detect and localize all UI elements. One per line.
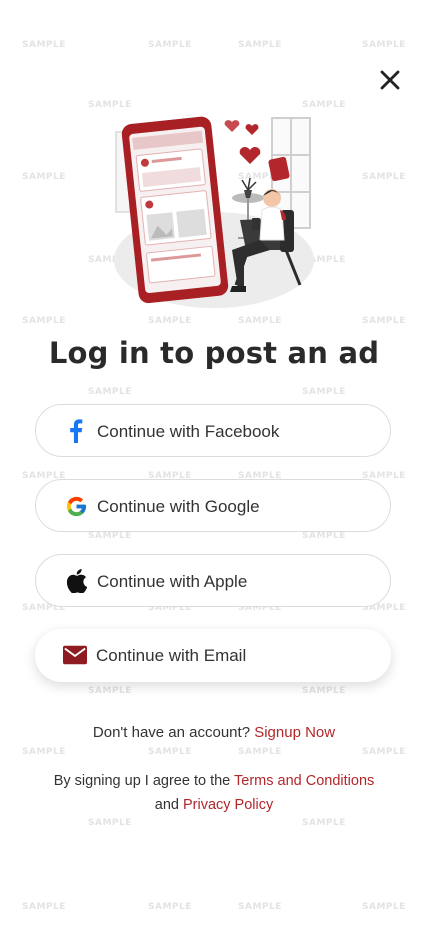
watermark-text: SAMPLE xyxy=(22,172,66,182)
watermark-text: SAMPLE xyxy=(88,531,132,541)
continue-apple-button[interactable]: Continue with Apple xyxy=(35,554,391,607)
close-button[interactable] xyxy=(376,66,404,94)
signup-now-link[interactable]: Signup Now xyxy=(254,724,335,741)
watermark-text: SAMPLE xyxy=(88,387,132,397)
continue-apple-label: Continue with Apple xyxy=(97,572,248,591)
watermark-text: SAMPLE xyxy=(238,747,282,757)
watermark-text: SAMPLE xyxy=(362,40,406,50)
watermark-text: SAMPLE xyxy=(302,531,346,541)
watermark-text: SAMPLE xyxy=(148,902,192,912)
watermark-text: SAMPLE xyxy=(362,316,406,326)
watermark-text: SAMPLE xyxy=(148,40,192,50)
terms-and-conditions-link[interactable]: Terms and Conditions xyxy=(234,773,374,789)
terms-prefix: By signing up I agree to the xyxy=(53,773,231,789)
signup-prompt: Don't have an account? Signup Now xyxy=(0,724,428,741)
watermark-text: SAMPLE xyxy=(22,316,66,326)
watermark-text: SAMPLE xyxy=(302,387,346,397)
terms-notice: By signing up I agree to the Terms and C… xyxy=(30,769,398,817)
close-icon xyxy=(380,70,400,90)
privacy-policy-link[interactable]: Privacy Policy xyxy=(183,797,273,813)
signup-prompt-text: Don't have an account? xyxy=(92,724,251,741)
page-title: Log in to post an ad xyxy=(48,336,380,370)
watermark-text: SAMPLE xyxy=(88,818,132,828)
google-icon xyxy=(64,494,88,518)
mail-icon xyxy=(63,643,87,667)
continue-email-button[interactable]: Continue with Email xyxy=(35,629,391,682)
watermark-text: SAMPLE xyxy=(238,40,282,50)
watermark-text: SAMPLE xyxy=(148,747,192,757)
watermark-text: SAMPLE xyxy=(148,316,192,326)
watermark-text: SAMPLE xyxy=(302,818,346,828)
facebook-icon xyxy=(64,419,88,443)
continue-email-label: Continue with Email xyxy=(96,646,247,665)
apple-icon xyxy=(64,569,88,593)
continue-facebook-label: Continue with Facebook xyxy=(97,422,280,441)
watermark-text: SAMPLE xyxy=(238,902,282,912)
watermark-text: SAMPLE xyxy=(88,686,132,696)
watermark-text: SAMPLE xyxy=(22,40,66,50)
watermark-text: SAMPLE xyxy=(22,747,66,757)
continue-google-button[interactable]: Continue with Google xyxy=(35,479,391,532)
watermark-text: SAMPLE xyxy=(302,686,346,696)
hero-illustration xyxy=(114,116,314,308)
continue-google-label: Continue with Google xyxy=(97,497,260,516)
watermark-text: SAMPLE xyxy=(238,316,282,326)
watermark-text: SAMPLE xyxy=(362,172,406,182)
terms-conjunction: and xyxy=(154,797,179,813)
watermark-text: SAMPLE xyxy=(22,902,66,912)
watermark-text: SAMPLE xyxy=(362,902,406,912)
watermark-text: SAMPLE xyxy=(362,747,406,757)
continue-facebook-button[interactable]: Continue with Facebook xyxy=(35,404,391,457)
